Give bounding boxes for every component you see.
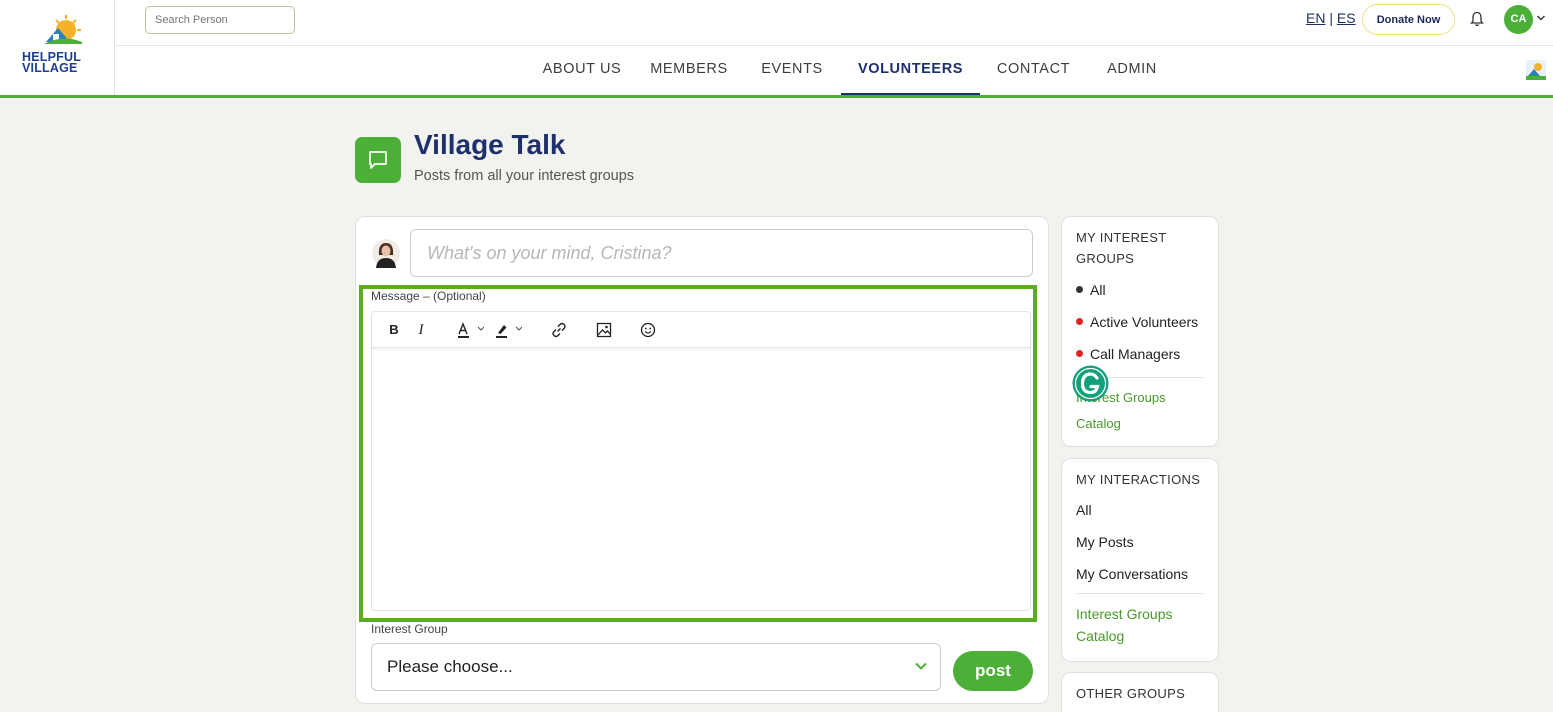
lang-es-link[interactable]: ES — [1337, 10, 1356, 26]
my-interactions-panel: MY INTERACTIONS All My Posts My Conversa… — [1061, 458, 1219, 662]
highlight-color-icon[interactable] — [494, 321, 522, 339]
interest-group-select[interactable]: Please choose... — [371, 643, 941, 691]
other-groups-panel: OTHER GROUPS — [1061, 672, 1219, 712]
interest-group-label: Interest Group — [371, 622, 448, 636]
interaction-item-my-posts[interactable]: My Posts — [1076, 534, 1134, 550]
editor-toolbar: B I — [372, 312, 1030, 348]
logo-wordmark: HELPFUL VILLAGE — [22, 50, 82, 75]
image-icon[interactable] — [595, 321, 613, 339]
user-profile-photo-icon — [372, 239, 400, 268]
group-dot-icon — [1076, 318, 1083, 325]
village-thumbnail-icon[interactable] — [1526, 60, 1546, 80]
group-item-call-managers[interactable]: Call Managers — [1076, 346, 1180, 362]
group-item-active-volunteers[interactable]: Active Volunteers — [1076, 314, 1198, 330]
message-label: Message – (Optional) — [371, 289, 486, 303]
chat-bubble-icon — [355, 137, 401, 183]
main-nav: ABOUT US MEMBERS EVENTS VOLUNTEERS CONTA… — [116, 46, 1553, 95]
lang-separator: | — [1329, 10, 1333, 26]
grammarly-icon[interactable] — [1072, 365, 1109, 402]
top-utility-bar: EN | ES Donate Now CA — [116, 0, 1553, 46]
group-item-all[interactable]: All — [1076, 282, 1106, 298]
language-switcher: EN | ES — [1306, 10, 1356, 26]
sun-house-logo-icon — [44, 15, 82, 44]
user-avatar-button[interactable]: CA — [1504, 5, 1533, 34]
page-title: Village Talk — [414, 129, 566, 160]
nav-members[interactable]: MEMBERS — [640, 46, 738, 95]
page-subtitle: Posts from all your interest groups — [414, 168, 635, 184]
group-dot-icon — [1076, 286, 1083, 293]
interactions-heading: MY INTERACTIONS — [1076, 472, 1201, 487]
nav-events[interactable]: EVENTS — [750, 46, 834, 95]
nav-about-us[interactable]: ABOUT US — [524, 46, 640, 95]
chevron-down-icon[interactable] — [1536, 13, 1546, 23]
message-rich-text-editor[interactable]: B I — [371, 311, 1031, 611]
donate-now-button[interactable]: Donate Now — [1362, 4, 1455, 35]
divider — [1076, 593, 1204, 594]
bold-icon[interactable]: B — [385, 321, 403, 339]
nav-admin[interactable]: ADMIN — [1094, 46, 1170, 95]
my-interest-groups-panel: MY INTEREST GROUPS All Active Volunteers… — [1061, 216, 1219, 447]
nav-contact[interactable]: CONTACT — [987, 46, 1080, 95]
lang-en-link[interactable]: EN — [1306, 10, 1325, 26]
post-button[interactable]: post — [953, 651, 1033, 691]
search-person-input[interactable] — [145, 6, 295, 34]
notification-bell-icon[interactable] — [1470, 11, 1484, 27]
nav-volunteers[interactable]: VOLUNTEERS — [841, 46, 980, 95]
text-color-icon[interactable] — [456, 321, 484, 339]
italic-icon[interactable]: I — [412, 321, 430, 339]
whats-on-your-mind-input[interactable]: What's on your mind, Cristina? — [410, 229, 1033, 277]
chevron-down-icon[interactable] — [914, 659, 928, 673]
interactions-catalog-link[interactable]: Interest Groups Catalog — [1076, 603, 1173, 647]
site-logo[interactable]: HELPFUL VILLAGE — [0, 0, 115, 95]
link-icon[interactable] — [550, 321, 568, 339]
emoji-icon[interactable] — [639, 321, 657, 339]
site-header: HELPFUL VILLAGE EN | ES Donate Now CA AB… — [0, 0, 1553, 98]
interaction-item-all[interactable]: All — [1076, 502, 1092, 518]
other-groups-heading: OTHER GROUPS — [1076, 686, 1186, 701]
interaction-item-my-conversations[interactable]: My Conversations — [1076, 566, 1188, 582]
group-dot-icon — [1076, 350, 1083, 357]
interest-groups-heading: MY INTEREST GROUPS — [1076, 230, 1167, 266]
